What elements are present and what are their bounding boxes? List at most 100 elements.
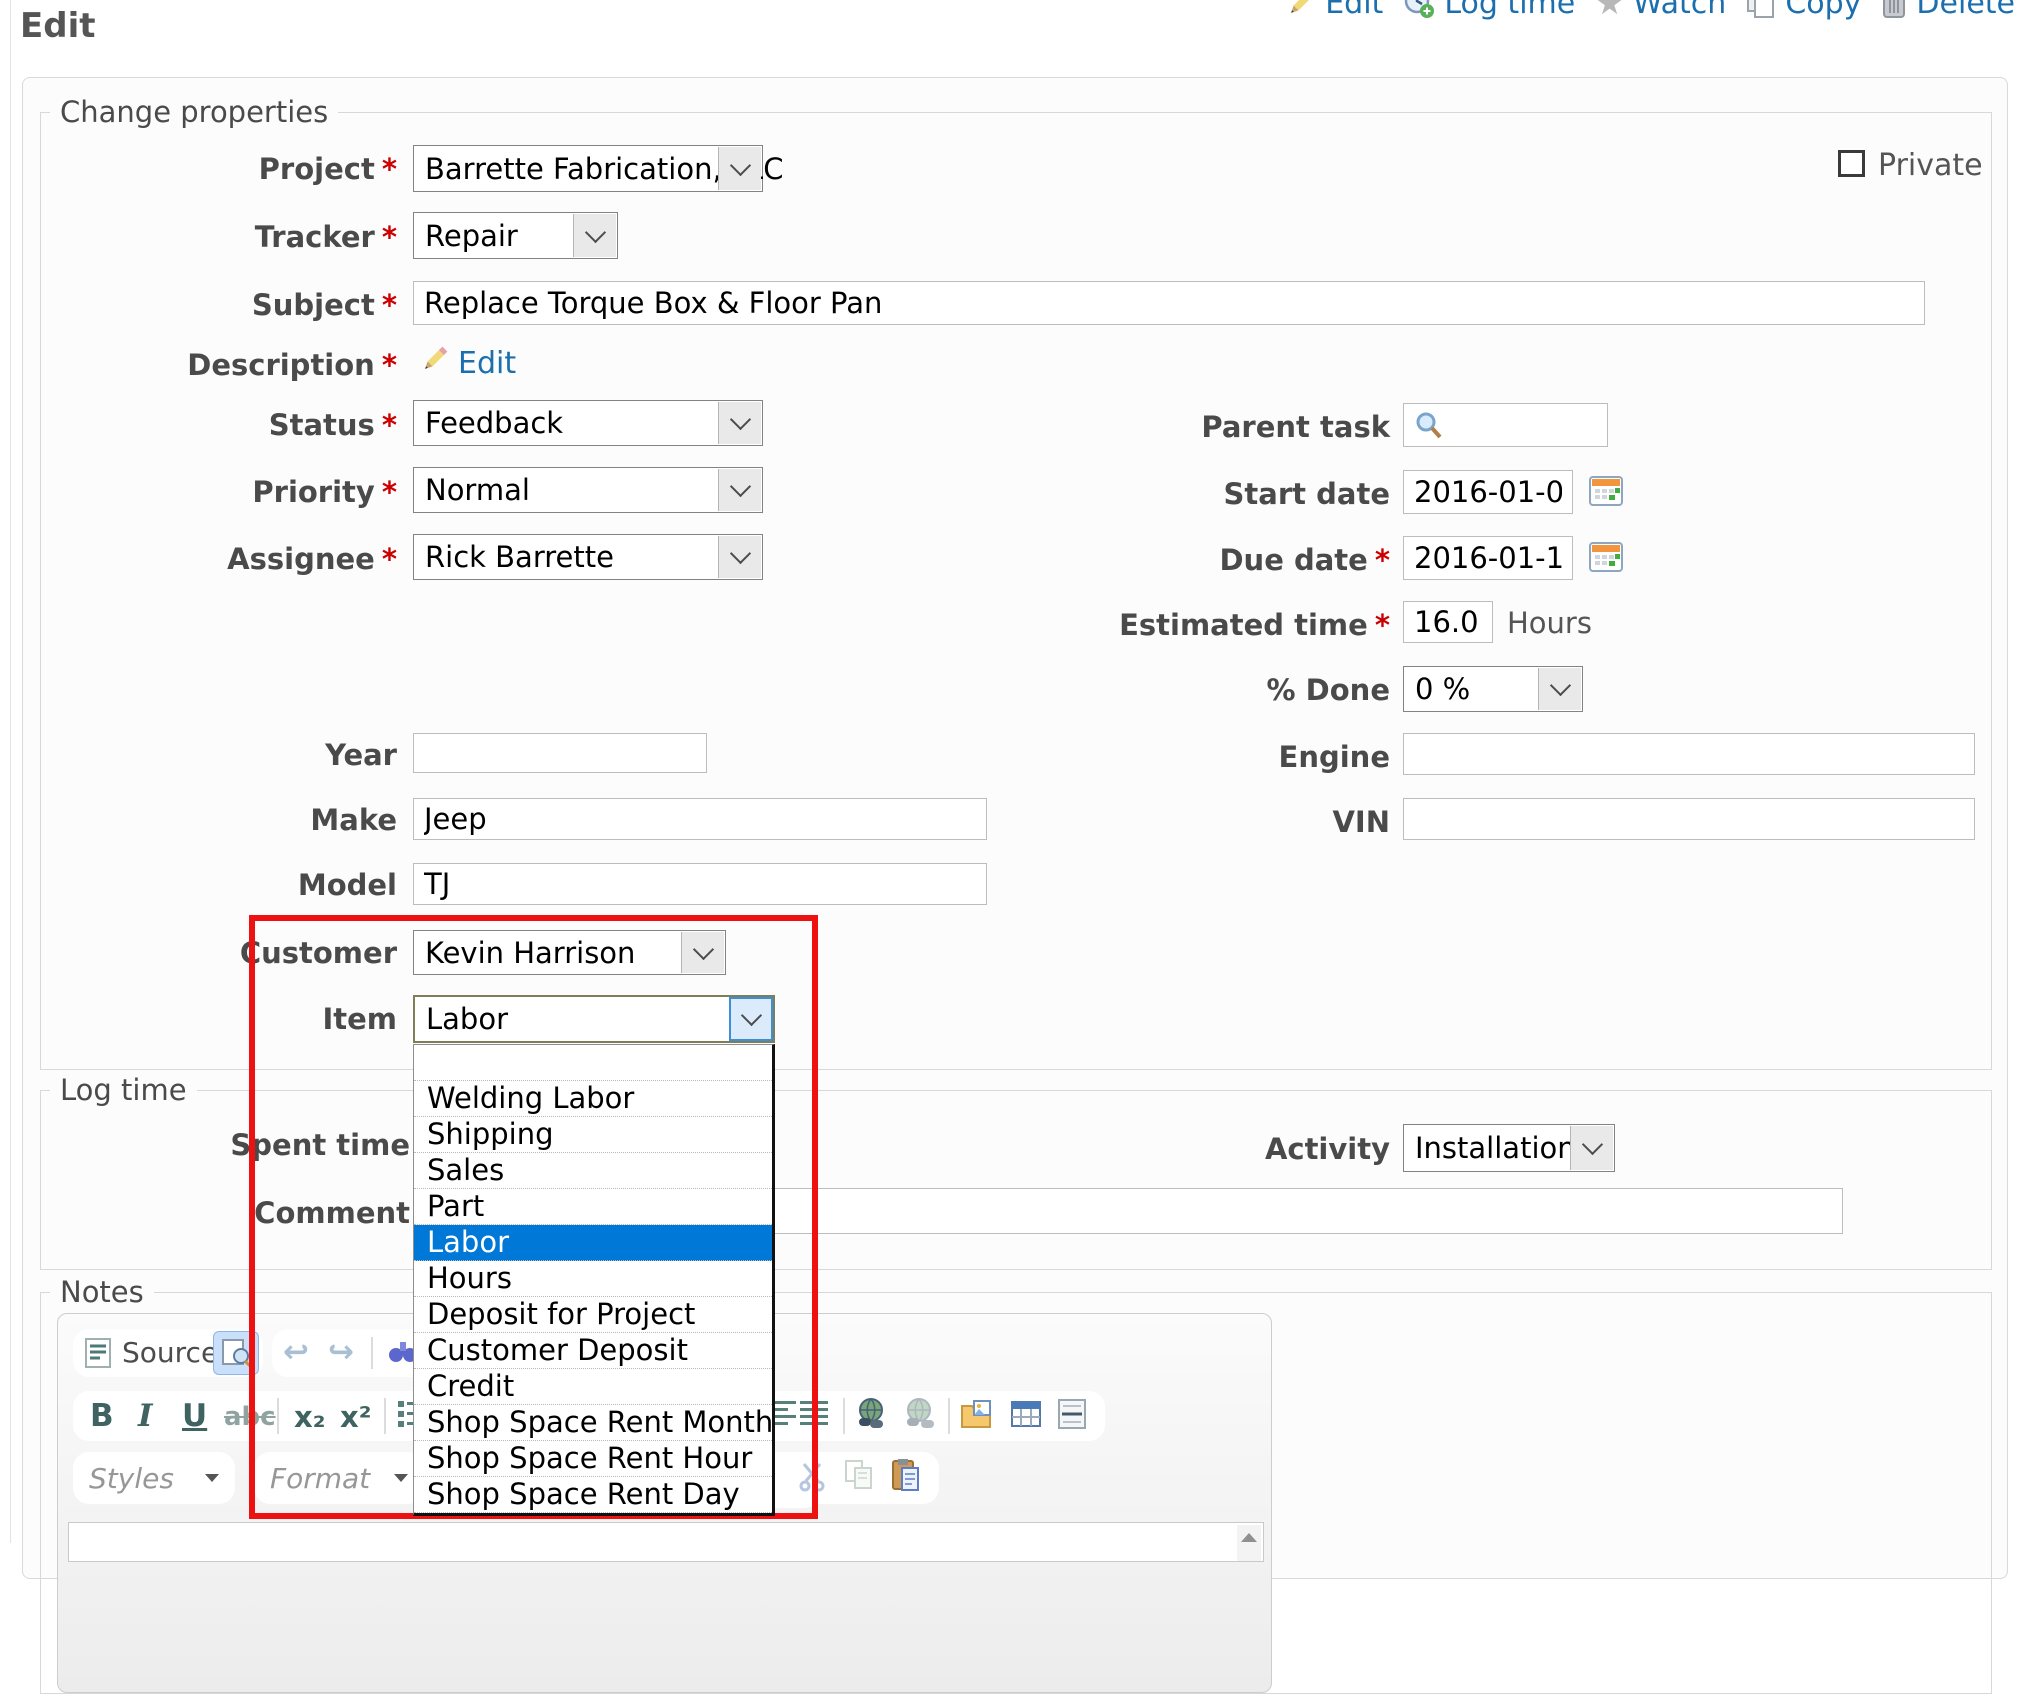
format-combo[interactable]: Format [254,1452,424,1504]
required-marker: * [382,220,397,254]
unlink-icon[interactable] [903,1397,935,1429]
status-select[interactable]: Feedback [413,400,763,446]
chevron-down-icon[interactable] [718,402,761,444]
item-option[interactable]: Deposit for Project [414,1297,772,1333]
change-properties-legend: Change properties [50,96,338,128]
justify-block-icon[interactable] [800,1400,828,1428]
chevron-down-icon[interactable] [573,214,616,257]
chevron-down-icon[interactable] [729,997,773,1041]
done-ratio-select-value: 0 % [1415,672,1470,706]
chevron-down-icon[interactable] [681,932,724,973]
description-edit-link[interactable]: Edit [458,346,516,381]
item-option[interactable]: Credit [414,1369,772,1405]
estimated-time-input[interactable] [1403,601,1493,643]
activity-select-value: Installation [1415,1131,1576,1165]
tracker-select-value: Repair [425,219,518,253]
styles-combo-label: Styles [89,1462,174,1495]
calendar-icon[interactable] [1589,474,1623,508]
item-option[interactable]: Shipping [414,1117,772,1153]
assignee-select[interactable]: Rick Barrette [413,534,763,580]
horizontal-rule-icon[interactable] [1058,1399,1086,1429]
format-combo-label: Format [270,1462,370,1495]
item-select[interactable]: Labor [413,995,775,1043]
undo-icon[interactable]: ↩ [283,1334,309,1370]
superscript-button[interactable]: x² [340,1400,371,1434]
notes-legend: Notes [50,1276,154,1308]
redo-icon[interactable]: ↪ [328,1334,354,1370]
model-input[interactable] [413,863,987,905]
editor-scrollbar[interactable] [1237,1525,1261,1561]
magnifier-icon [1414,410,1444,440]
underline-button[interactable]: U [182,1398,207,1434]
project-select[interactable]: Barrette Fabrication, LLC [413,145,763,192]
image-icon[interactable] [960,1399,992,1429]
vin-input[interactable] [1403,798,1975,840]
project-label: Project* [40,152,397,186]
parent-task-input[interactable] [1403,403,1608,447]
item-option[interactable]: Shop Space Rent Monthly [414,1405,772,1441]
copy-link[interactable]: Copy [1746,0,1861,21]
item-option[interactable]: Welding Labor [414,1081,772,1117]
item-option[interactable]: Labor [414,1225,772,1261]
chevron-down-icon[interactable] [1538,668,1581,710]
issue-action-links: Edit Log time ★ Watch Copy Delete [1286,0,2015,22]
preview-button[interactable] [213,1331,259,1375]
done-ratio-select[interactable]: 0 % [1403,666,1583,712]
customer-select[interactable]: Kevin Harrison [413,930,726,975]
subject-label: Subject* [40,288,397,322]
hours-suffix: Hours [1507,606,1592,640]
activity-select[interactable]: Installation [1403,1124,1615,1172]
paste-icon[interactable] [892,1458,920,1492]
year-input[interactable] [413,733,707,773]
due-date-input[interactable] [1403,536,1573,580]
vin-label: VIN [1040,805,1390,839]
styles-combo[interactable]: Styles [73,1452,235,1504]
item-option[interactable]: Hours [414,1261,772,1297]
italic-button[interactable]: I [138,1398,153,1434]
parent-task-label: Parent task [1040,410,1390,444]
subject-input[interactable] [413,281,1925,325]
bold-button[interactable]: B [90,1398,114,1434]
source-button[interactable]: Source [122,1336,218,1369]
link-icon[interactable] [855,1397,887,1429]
calendar-icon[interactable] [1589,540,1623,574]
editor-content-area[interactable] [68,1522,1264,1562]
page-left-divider [10,0,11,1543]
scroll-up-icon [1241,1533,1257,1542]
item-option[interactable]: Sales [414,1153,772,1189]
engine-input[interactable] [1403,733,1975,775]
table-icon[interactable] [1011,1401,1041,1427]
change-properties-fieldset [40,112,1992,1070]
activity-label: Activity [1040,1132,1390,1166]
item-select-value: Labor [426,1002,508,1036]
cut-icon[interactable] [798,1462,826,1492]
item-option[interactable]: Customer Deposit [414,1333,772,1369]
item-option[interactable] [414,1045,772,1081]
start-date-input[interactable] [1403,470,1573,514]
tracker-label: Tracker* [40,220,397,254]
tracker-select[interactable]: Repair [413,212,618,259]
due-date-label: Due date* [1040,543,1390,577]
priority-select[interactable]: Normal [413,467,763,513]
watch-link[interactable]: ★ Watch [1595,0,1726,22]
private-checkbox[interactable] [1838,150,1865,177]
item-option[interactable]: Shop Space Rent Hour [414,1441,772,1477]
year-label: Year [40,738,397,772]
chevron-down-icon[interactable] [718,536,761,578]
chevron-down-icon[interactable] [718,469,761,511]
chevron-down-icon[interactable] [718,147,761,190]
strikethrough-button[interactable]: abc [224,1402,276,1432]
engine-label: Engine [1040,740,1390,774]
item-option[interactable]: Shop Space Rent Day [414,1477,772,1513]
log-time-fieldset [40,1090,1992,1270]
item-option[interactable]: Part [414,1189,772,1225]
make-input[interactable] [413,798,987,840]
copy-icon [1746,0,1776,19]
log-time-link[interactable]: Log time [1403,0,1575,21]
copy-docs-icon[interactable] [845,1460,873,1490]
chevron-down-icon[interactable] [1570,1126,1613,1170]
edit-link[interactable]: Edit [1286,0,1383,21]
delete-link[interactable]: Delete [1881,0,2015,21]
item-dropdown-list[interactable]: Welding LaborShippingSalesPartLaborHours… [413,1044,775,1516]
subscript-button[interactable]: x₂ [294,1400,325,1434]
